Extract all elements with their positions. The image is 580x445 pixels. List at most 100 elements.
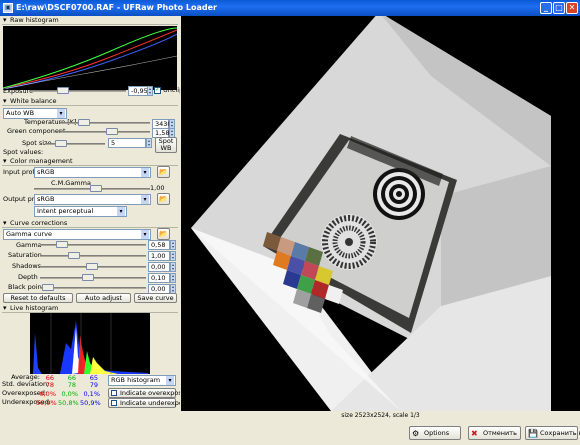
spot-size-slider-knob[interactable] — [55, 140, 67, 147]
overexposed-label: Overexposed: — [2, 389, 48, 397]
overexposed-green: 0,0% — [61, 390, 78, 398]
gamma-label: Gamma — [16, 241, 42, 249]
cancel-button[interactable]: ✖ Отменить — [468, 426, 521, 440]
depth-input[interactable]: 0,10 — [148, 273, 170, 283]
underexposed-blue: 50,9% — [80, 399, 101, 407]
spot-values-label: Spot values: — [3, 148, 44, 156]
histogram-mode-select[interactable]: RGB histogram — [108, 375, 176, 386]
raw-histogram-header[interactable]: Raw histogram — [2, 16, 178, 25]
save-as-button[interactable]: 💾 Сохранить как — [525, 426, 580, 440]
shadows-input[interactable]: 0,00 — [148, 262, 170, 272]
input-profile-select[interactable]: sRGB — [34, 167, 151, 178]
live-histogram — [30, 313, 150, 374]
indicate-overexposure-label: Indicate overexposure — [120, 389, 180, 397]
output-profile-select[interactable]: sRGB — [34, 194, 151, 205]
shadows-spin-button[interactable] — [170, 262, 176, 272]
minimize-button[interactable]: _ — [540, 2, 552, 14]
temperature-slider[interactable] — [60, 122, 150, 124]
output-profile-folder-button[interactable]: 📂 — [157, 193, 170, 205]
image-preview[interactable] — [181, 16, 580, 411]
unclip-label: Unclip — [163, 86, 180, 94]
depth-slider-knob[interactable] — [82, 274, 94, 281]
green-slider-knob[interactable] — [106, 128, 118, 135]
save-as-label: Сохранить как — [540, 429, 580, 437]
underexposed-label: Underexposed: — [2, 398, 52, 406]
saturation-slider-knob[interactable] — [68, 252, 80, 259]
overexposed-blue: 0,1% — [83, 390, 100, 398]
curve-corrections-header[interactable]: Curve corrections — [2, 219, 178, 228]
app-icon: ▣ — [3, 3, 13, 13]
black-point-label: Black point — [8, 283, 45, 291]
std-green: 78 — [67, 381, 76, 389]
underexposed-green: 50,8% — [58, 399, 79, 407]
exposure-input[interactable]: -0,95 — [128, 86, 148, 96]
live-histogram-header[interactable]: Live histogram — [2, 304, 178, 313]
color-management-header[interactable]: Color management — [2, 157, 178, 166]
saturation-spin-button[interactable] — [170, 251, 176, 261]
options-label: Options — [424, 429, 450, 437]
folder-open-icon: 📂 — [159, 195, 168, 203]
auto-adjust-button[interactable]: Auto adjust — [76, 293, 131, 303]
raw-histogram — [3, 26, 177, 90]
cm-gamma-value: 1,00 — [150, 184, 165, 192]
indicate-underexposure-label: Indicate underexposure — [120, 399, 180, 407]
unclip-checkbox[interactable] — [154, 86, 161, 94]
spot-size-spin-button[interactable] — [146, 138, 152, 148]
shadows-label: Shadows — [12, 262, 42, 270]
white-balance-header[interactable]: White balance — [2, 97, 178, 106]
gamma-slider-knob[interactable] — [56, 241, 68, 248]
std-deviation-label: Std. deviation: — [2, 380, 50, 388]
saturation-input[interactable]: 1,00 — [148, 251, 170, 261]
window-title: E:\raw\DSCF0700.RAF - UFRaw Photo Loader — [16, 3, 217, 12]
spot-size-slider[interactable] — [45, 143, 105, 145]
save-curve-button[interactable]: Save curve — [134, 293, 177, 303]
intent-select[interactable]: Intent perceptual — [34, 206, 127, 217]
folder-open-icon: 📂 — [159, 168, 168, 176]
indicate-underexposure-toggle[interactable]: Indicate underexposure — [108, 398, 180, 408]
exposure-slider[interactable] — [30, 90, 126, 92]
cm-gamma-label: C.M.Gamma — [51, 179, 91, 187]
gamma-input[interactable]: 0,58 — [148, 240, 170, 250]
spot-size-input[interactable]: 5 — [108, 138, 146, 148]
indicate-underexposure-checkbox[interactable] — [111, 400, 117, 406]
black-point-slider-knob[interactable] — [42, 284, 54, 291]
ufraw-window: ▣ E:\raw\DSCF0700.RAF - UFRaw Photo Load… — [0, 0, 580, 445]
folder-open-icon: 📂 — [159, 230, 168, 238]
reset-to-defaults-button[interactable]: Reset to defaults — [3, 293, 73, 303]
gamma-spin-button[interactable] — [170, 240, 176, 250]
depth-label: Depth — [18, 273, 38, 281]
curve-select[interactable]: Gamma curve — [3, 229, 151, 240]
depth-spin-button[interactable] — [170, 273, 176, 283]
title-bar: ▣ E:\raw\DSCF0700.RAF - UFRaw Photo Load… — [0, 0, 580, 16]
exposure-spin-button[interactable] — [147, 86, 153, 96]
overexposed-red: 0,0% — [39, 390, 56, 398]
exposure-label: Exposure — [3, 87, 34, 95]
saturation-label: Saturation — [8, 251, 42, 259]
close-button[interactable]: ✕ — [566, 2, 578, 14]
curve-folder-button[interactable]: 📂 — [157, 228, 170, 240]
maximize-button[interactable]: □ — [553, 2, 565, 14]
save-icon: 💾 — [528, 429, 538, 438]
cm-gamma-slider-knob[interactable] — [90, 185, 102, 192]
input-profile-folder-button[interactable]: 📂 — [157, 166, 170, 178]
preview-photo — [181, 16, 580, 411]
cancel-icon: ✖ — [471, 429, 478, 438]
exposure-slider-knob[interactable] — [57, 87, 69, 94]
black-point-slider[interactable] — [40, 287, 146, 289]
options-button[interactable]: ⚙ Options — [409, 426, 461, 440]
status-bar: size 2523x2524, scale 1/3 — [341, 412, 420, 419]
underexposed-red: 50,9% — [36, 399, 57, 407]
control-panel: Raw histogram Exposure -0,95 Unclip Whit… — [0, 16, 180, 445]
green-slider[interactable] — [60, 131, 150, 133]
indicate-overexposure-toggle[interactable]: Indicate overexposure — [108, 388, 180, 398]
std-blue: 79 — [89, 381, 98, 389]
spot-wb-button[interactable]: Spot WB — [155, 137, 177, 153]
indicate-overexposure-checkbox[interactable] — [111, 390, 117, 396]
options-icon: ⚙ — [412, 429, 420, 438]
saturation-slider[interactable] — [40, 255, 146, 257]
std-red: 78 — [45, 381, 54, 389]
green-label: Green component — [7, 127, 66, 135]
temperature-slider-knob[interactable] — [78, 119, 90, 126]
shadows-slider-knob[interactable] — [86, 263, 98, 270]
bottom-button-bar: ⚙ Options ✖ Отменить 💾 Сохранить как — [181, 421, 580, 445]
